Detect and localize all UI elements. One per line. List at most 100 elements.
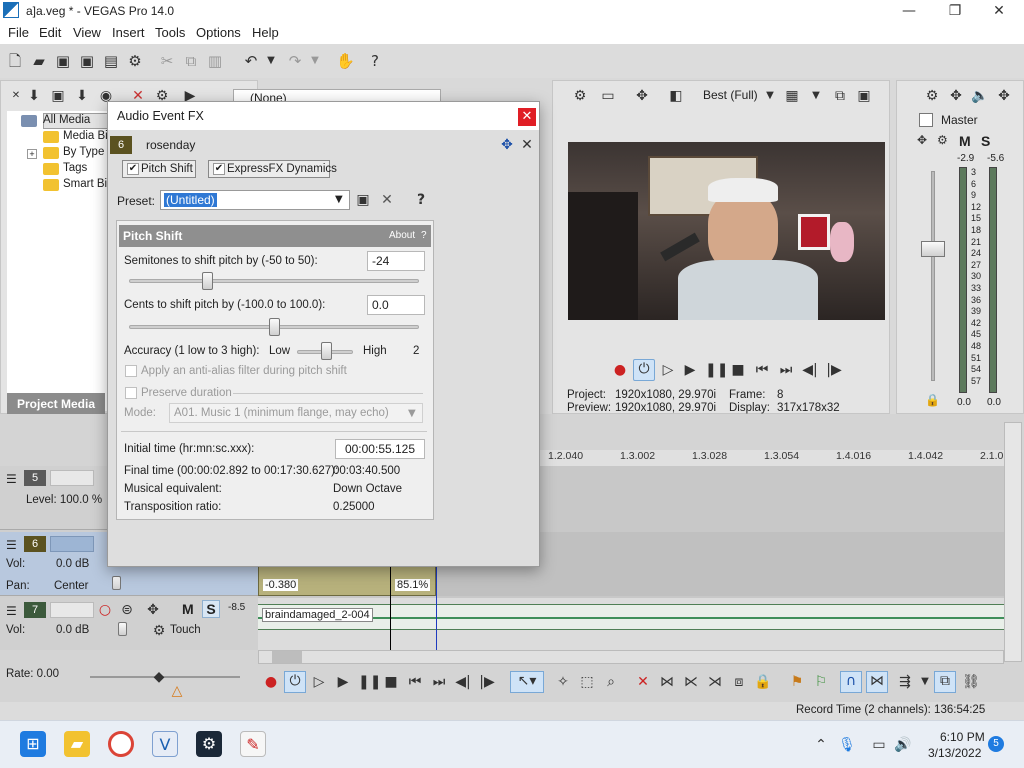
dynamics-enabled-check[interactable]: ✔	[213, 163, 225, 175]
bus-routing-icon[interactable]: ✥	[917, 133, 927, 147]
automation-gear-icon[interactable]: ⚙	[150, 622, 168, 640]
trim-start-icon[interactable]: ⋉	[682, 673, 700, 691]
network-icon[interactable]: ▭	[870, 736, 888, 754]
external-monitor-icon[interactable]: ▭	[599, 87, 617, 105]
microphone-icon[interactable]: 🎙	[838, 736, 856, 754]
go-to-end-icon[interactable]: ⏭	[430, 673, 448, 691]
expand-icon[interactable]: +	[27, 149, 37, 159]
previous-frame-icon[interactable]: ◀|	[454, 673, 472, 691]
go-to-start-icon[interactable]: ⏮	[406, 673, 424, 691]
automation-mode[interactable]: Touch	[170, 624, 201, 636]
pan-slider[interactable]	[112, 576, 121, 590]
quality-dropdown-icon[interactable]: ▼	[761, 87, 779, 105]
pause-icon[interactable]: ❚❚	[705, 361, 728, 379]
menu-view[interactable]: View	[73, 25, 101, 40]
split-icon[interactable]: ⧈	[730, 673, 748, 691]
preserve-duration-checkbox[interactable]	[125, 387, 137, 399]
play-from-start-icon[interactable]: ▷	[659, 361, 677, 379]
audio-event-rosenday[interactable]: -0.380 85.1%	[258, 566, 436, 596]
chain-pitch-shift[interactable]: ✔ Pitch Shift	[122, 160, 196, 178]
semitones-slider[interactable]	[201, 272, 213, 290]
about-help-icon[interactable]: ?	[421, 230, 427, 241]
pause-icon[interactable]: ❚❚	[358, 673, 381, 691]
previous-frame-icon[interactable]: ◀|	[801, 361, 819, 379]
record-icon[interactable]: ●	[611, 361, 629, 379]
invert-phase-icon[interactable]: ⊜	[118, 601, 136, 619]
stop-icon[interactable]: ■	[382, 673, 400, 691]
chrome-icon[interactable]	[108, 731, 134, 757]
track-expand-icon[interactable]: ☰	[6, 538, 17, 552]
clock-date[interactable]: 3/13/2022	[928, 746, 981, 760]
undo-icon[interactable]: ↶	[242, 52, 260, 70]
menu-options[interactable]: Options	[196, 25, 241, 40]
about-link[interactable]: About	[389, 230, 415, 241]
rate-slider-thumb[interactable]: ◆	[150, 668, 168, 686]
downmix-icon[interactable]: ✥	[995, 87, 1013, 105]
lock-icon[interactable]: 🔒	[754, 673, 772, 691]
get-media-icon[interactable]: ⬇	[73, 87, 91, 105]
preview-gear-icon[interactable]: ⚙	[571, 87, 589, 105]
cents-slider[interactable]	[268, 318, 280, 336]
overlays-icon[interactable]: ◧	[667, 87, 685, 105]
redo-icon[interactable]: ↷	[286, 52, 304, 70]
loop-icon[interactable]: ⏻	[284, 671, 306, 693]
chain-expressfx-dynamics[interactable]: ✔ ExpressFX Dynamics	[208, 160, 337, 178]
split-screen-icon[interactable]: ✥	[633, 87, 651, 105]
clock-time[interactable]: 6:10 PM	[940, 730, 985, 744]
play-from-start-icon[interactable]: ▷	[310, 673, 328, 691]
tree-all-media[interactable]: All Media	[43, 114, 90, 126]
auto-crossfade-icon[interactable]: ⋈	[866, 671, 888, 693]
grid-dropdown-icon[interactable]: ▼	[807, 87, 825, 105]
enable-snapping-icon[interactable]: ✋	[336, 52, 355, 70]
file-explorer-icon[interactable]: ▰	[64, 731, 90, 757]
record-icon[interactable]: ●	[262, 673, 280, 691]
tree-tags[interactable]: Tags	[63, 162, 87, 174]
mode-dropdown[interactable]: A01. Music 1 (minimum flange, may echo) …	[169, 403, 423, 423]
track-name-field[interactable]	[50, 470, 94, 486]
copy-icon[interactable]: ⧉	[182, 52, 200, 70]
delete-preset-icon[interactable]: ✕	[378, 191, 396, 209]
tree-by-type[interactable]: By Type	[63, 146, 104, 158]
menu-help[interactable]: Help	[252, 25, 279, 40]
zoom-tool-icon[interactable]: ⌕	[602, 673, 620, 691]
normal-edit-tool-icon[interactable]: ↖▾	[510, 671, 544, 693]
marker-icon[interactable]: ⚑	[788, 673, 806, 691]
cents-field[interactable]: 0.0	[367, 295, 425, 315]
track-name-field[interactable]	[50, 602, 94, 618]
stop-icon[interactable]: ■	[729, 361, 747, 379]
region-icon[interactable]: ⚐	[812, 673, 830, 691]
master-fader[interactable]	[921, 241, 945, 257]
track-expand-icon[interactable]: ☰	[6, 472, 17, 486]
grid-icon[interactable]: ▦	[783, 87, 801, 105]
undo-dropdown-icon[interactable]: ▼	[262, 52, 280, 70]
track-name-field[interactable]	[50, 536, 94, 552]
menu-edit[interactable]: Edit	[39, 25, 61, 40]
semitones-field[interactable]: -24	[367, 251, 425, 271]
notepad-icon[interactable]: ✎	[240, 731, 266, 757]
pane-close-icon[interactable]: ✕	[7, 87, 25, 105]
save-as-icon[interactable]: ▣	[78, 52, 96, 70]
scrollbar-thumb[interactable]	[272, 651, 302, 663]
track-fx-icon[interactable]: ✥	[144, 601, 162, 619]
plugin-chain-icon[interactable]: ✥	[498, 136, 516, 154]
import-media-icon[interactable]: ⬇	[25, 87, 43, 105]
capture-icon[interactable]: ▣	[49, 87, 67, 105]
play-icon[interactable]: ▶	[681, 361, 699, 379]
solo-button[interactable]: S	[202, 600, 220, 618]
menu-insert[interactable]: Insert	[112, 25, 145, 40]
start-windows-icon[interactable]: ⊞	[20, 731, 46, 757]
save-icon[interactable]: ▣	[54, 52, 72, 70]
open-folder-icon[interactable]: ▰	[30, 52, 48, 70]
volume-slider[interactable]	[118, 622, 127, 636]
tree-smart-bin[interactable]: Smart Bin	[63, 178, 114, 190]
help-icon[interactable]: ?	[366, 52, 384, 70]
save-preset-icon[interactable]: ▣	[354, 191, 372, 209]
solo-button[interactable]: S	[981, 133, 990, 149]
quality-select[interactable]: Best (Full)	[703, 88, 758, 102]
menu-tools[interactable]: Tools	[155, 25, 185, 40]
next-frame-icon[interactable]: |▶	[478, 673, 496, 691]
lock-envelopes-icon[interactable]: ⧉	[934, 671, 956, 693]
initial-time-field[interactable]: 00:00:55.125	[335, 439, 425, 459]
dialog-close-icon[interactable]: ✕	[518, 108, 536, 126]
envelope-tool-icon[interactable]: ✧	[554, 673, 572, 691]
